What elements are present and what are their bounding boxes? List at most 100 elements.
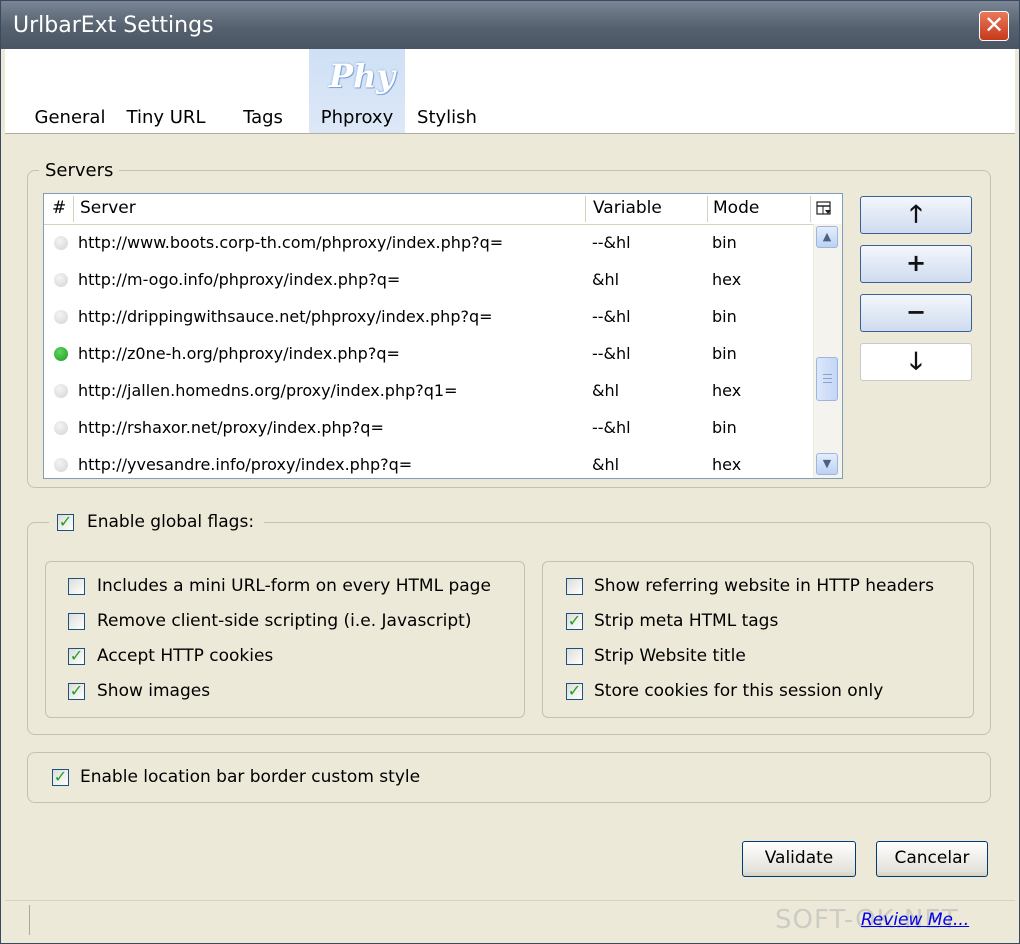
close-button[interactable]: ✕ — [979, 11, 1009, 41]
server-row[interactable]: http://jallen.homedns.org/proxy/index.ph… — [44, 372, 812, 409]
server-row[interactable]: http://yvesandre.info/proxy/index.php?q=… — [44, 446, 812, 478]
scroll-down-arrow-icon[interactable]: ▼ — [816, 453, 838, 475]
tab-phproxy[interactable]: Phy Phproxy — [309, 49, 405, 133]
column-header-server[interactable]: Server — [80, 198, 136, 218]
remove-scripting-label[interactable]: Remove client-side scripting (i.e. Javas… — [97, 611, 471, 631]
tab-phproxy-label: Phproxy — [320, 107, 394, 128]
location-bar-style-checkbox[interactable]: ✓ — [52, 767, 69, 786]
server-variable: --&hl — [592, 418, 631, 437]
title-bar[interactable]: UrlbarExt Settings ✕ — [1, 1, 1019, 49]
server-url: http://drippingwithsauce.net/phproxy/ind… — [78, 307, 493, 326]
column-header-mode[interactable]: Mode — [713, 198, 759, 218]
validate-button[interactable]: Validate — [742, 841, 856, 877]
server-row[interactable]: http://m-ogo.info/phproxy/index.php?q= &… — [44, 261, 812, 298]
show-referrer-checkbox[interactable] — [566, 578, 583, 595]
tab-tags[interactable]: Tags — [227, 49, 299, 133]
tab-general[interactable]: General — [29, 49, 111, 133]
remove-scripting-checkbox[interactable] — [68, 613, 85, 630]
move-up-button[interactable]: 🡑 — [860, 196, 972, 234]
show-referrer-label[interactable]: Show referring website in HTTP headers — [594, 576, 934, 596]
scroll-up-arrow-icon[interactable]: ▲ — [816, 226, 838, 248]
strip-title-checkbox[interactable] — [566, 648, 583, 665]
server-url: http://yvesandre.info/proxy/index.php?q= — [78, 455, 413, 474]
session-cookies-label[interactable]: Store cookies for this session only — [594, 681, 883, 701]
server-row[interactable]: http://www.boots.corp-th.com/phproxy/ind… — [44, 224, 812, 261]
strip-meta-label[interactable]: Strip meta HTML tags — [594, 611, 778, 631]
strip-title-label[interactable]: Strip Website title — [594, 646, 746, 666]
enable-global-flags-label[interactable]: Enable global flags: — [87, 512, 254, 532]
mini-url-form-checkbox[interactable] — [68, 578, 85, 595]
global-flags-legend: ✓ Enable global flags: — [49, 512, 264, 534]
server-url: http://m-ogo.info/phproxy/index.php?q= — [78, 270, 401, 289]
server-status-dot — [54, 236, 68, 250]
column-header-number[interactable]: # — [52, 198, 66, 218]
status-bar: SOFT-OK.NET Review Me... — [5, 900, 1015, 941]
status-separator — [29, 905, 30, 935]
check-icon: ✓ — [69, 681, 84, 700]
check-icon: ✓ — [567, 681, 582, 700]
check-icon: ✓ — [58, 512, 73, 531]
column-header-variable[interactable]: Variable — [593, 198, 662, 218]
tab-general-label: General — [34, 107, 106, 128]
server-mode: bin — [712, 233, 737, 252]
server-row[interactable]: http://drippingwithsauce.net/phproxy/ind… — [44, 298, 812, 335]
tab-stylish[interactable]: Stylish — [409, 49, 485, 133]
arrow-down-icon: 🡓 — [909, 347, 923, 375]
column-separator[interactable] — [707, 196, 708, 222]
mini-url-form-label[interactable]: Includes a mini URL-form on every HTML p… — [97, 576, 491, 596]
servers-legend: Servers — [39, 160, 120, 181]
server-mode: bin — [712, 344, 737, 363]
column-separator[interactable] — [585, 196, 586, 222]
tab-tiny-url[interactable]: Tiny URL — [121, 49, 211, 133]
session-cookies-checkbox[interactable]: ✓ — [566, 681, 583, 700]
scroll-grip-line — [823, 378, 832, 379]
server-mode: bin — [712, 418, 737, 437]
server-url: http://rshaxor.net/proxy/index.php?q= — [78, 418, 384, 437]
content-panel: Servers # Server Variable Mode http://ww… — [5, 134, 1015, 900]
server-mode: bin — [712, 307, 737, 326]
column-picker-icon[interactable] — [816, 201, 832, 217]
tab-stylish-label: Stylish — [417, 107, 477, 128]
move-down-button[interactable]: 🡓 — [860, 343, 972, 381]
scroll-thumb[interactable] — [816, 357, 838, 401]
server-url: http://www.boots.corp-th.com/phproxy/ind… — [78, 233, 504, 252]
add-server-button[interactable]: + — [860, 245, 972, 283]
location-bar-style-label[interactable]: Enable location bar border custom style — [80, 767, 420, 787]
cancel-button[interactable]: Cancelar — [876, 841, 988, 877]
servers-tree[interactable]: # Server Variable Mode http://www.boots.… — [43, 193, 843, 479]
enable-global-flags-checkbox[interactable]: ✓ — [57, 512, 74, 531]
strip-meta-checkbox[interactable]: ✓ — [566, 611, 583, 630]
server-variable: &hl — [592, 455, 620, 474]
plus-icon: + — [905, 249, 927, 277]
server-url: http://jallen.homedns.org/proxy/index.ph… — [78, 381, 458, 400]
vertical-scrollbar[interactable]: ▲ ▼ — [813, 224, 842, 478]
review-me-link[interactable]: Review Me... — [861, 910, 969, 930]
accept-cookies-checkbox[interactable]: ✓ — [68, 646, 85, 665]
column-separator[interactable] — [73, 196, 74, 222]
show-images-label[interactable]: Show images — [97, 681, 210, 701]
server-active-dot — [54, 347, 68, 361]
scroll-grip-line — [823, 374, 832, 375]
column-separator[interactable] — [810, 196, 811, 222]
server-variable: &hl — [592, 270, 620, 289]
server-status-dot — [54, 310, 68, 324]
check-icon: ✓ — [69, 646, 84, 665]
arrow-up-icon: 🡑 — [909, 200, 923, 228]
server-row[interactable]: http://z0ne-h.org/phproxy/index.php?q= -… — [44, 335, 812, 372]
remove-server-button[interactable]: − — [860, 294, 972, 332]
server-variable: --&hl — [592, 307, 631, 326]
tab-tiny-url-label: Tiny URL — [126, 107, 206, 128]
minus-icon: − — [905, 298, 927, 326]
tab-toolbar: General Tiny URL Tags Phy Phproxy Stylis… — [5, 49, 1015, 134]
server-status-dot — [54, 273, 68, 287]
accept-cookies-label[interactable]: Accept HTTP cookies — [97, 646, 273, 666]
check-icon: ✓ — [53, 767, 68, 786]
tab-tags-label: Tags — [243, 107, 283, 128]
settings-window: UrlbarExt Settings ✕ General Tiny URL Ta… — [0, 0, 1020, 944]
server-row[interactable]: http://rshaxor.net/proxy/index.php?q= --… — [44, 409, 812, 446]
server-variable: --&hl — [592, 233, 631, 252]
check-icon: ✓ — [567, 611, 582, 630]
server-mode: hex — [712, 455, 742, 474]
show-images-checkbox[interactable]: ✓ — [68, 681, 85, 700]
servers-tree-header: # Server Variable Mode — [44, 194, 842, 225]
